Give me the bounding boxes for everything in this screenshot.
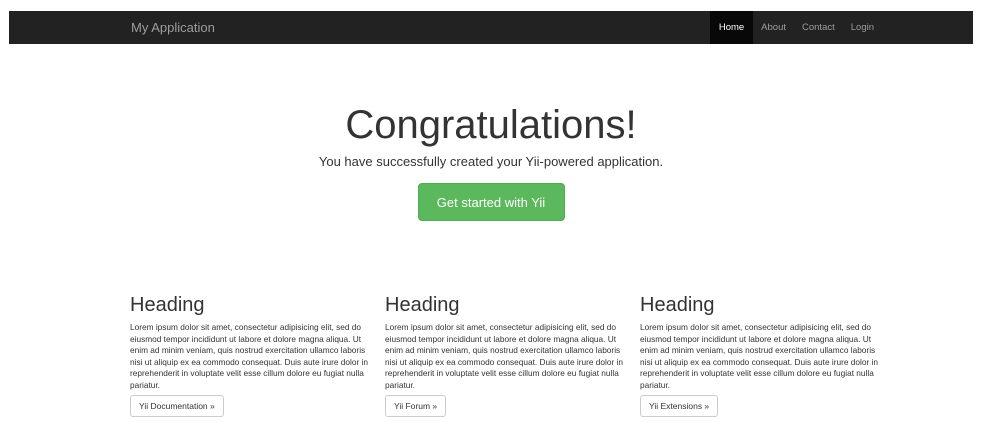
- page-title: Congratulations!: [345, 103, 637, 147]
- column-1: Heading Lorem ipsum dolor sit amet, cons…: [130, 292, 370, 417]
- nav-item-login[interactable]: Login: [843, 11, 882, 44]
- top-navbar: My Application Home About Contact Login: [9, 11, 973, 44]
- jumbotron: Congratulations! You have successfully c…: [0, 96, 982, 221]
- column-heading: Heading: [640, 294, 715, 316]
- column-text: Lorem ipsum dolor sit amet, consectetur …: [640, 322, 878, 390]
- yii-forum-button[interactable]: Yii Forum »: [385, 395, 447, 417]
- lead-text: You have successfully created your Yii-p…: [318, 154, 664, 169]
- column-text: Lorem ipsum dolor sit amet, consectetur …: [130, 322, 368, 390]
- nav-item-about[interactable]: About: [753, 11, 794, 44]
- nav-item-home[interactable]: Home: [709, 11, 754, 44]
- nav-item-contact[interactable]: Contact: [794, 11, 843, 44]
- column-heading: Heading: [130, 294, 205, 316]
- main-nav: Home About Contact Login: [709, 11, 882, 44]
- brand-link[interactable]: My Application: [131, 11, 215, 44]
- yii-extensions-button[interactable]: Yii Extensions »: [640, 395, 719, 417]
- column-heading: Heading: [385, 294, 460, 316]
- column-3: Heading Lorem ipsum dolor sit amet, cons…: [640, 292, 880, 417]
- get-started-button[interactable]: Get started with Yii: [417, 183, 565, 221]
- yii-documentation-button[interactable]: Yii Documentation »: [130, 395, 224, 417]
- column-text: Lorem ipsum dolor sit amet, consectetur …: [385, 322, 623, 390]
- column-2: Heading Lorem ipsum dolor sit amet, cons…: [385, 292, 625, 417]
